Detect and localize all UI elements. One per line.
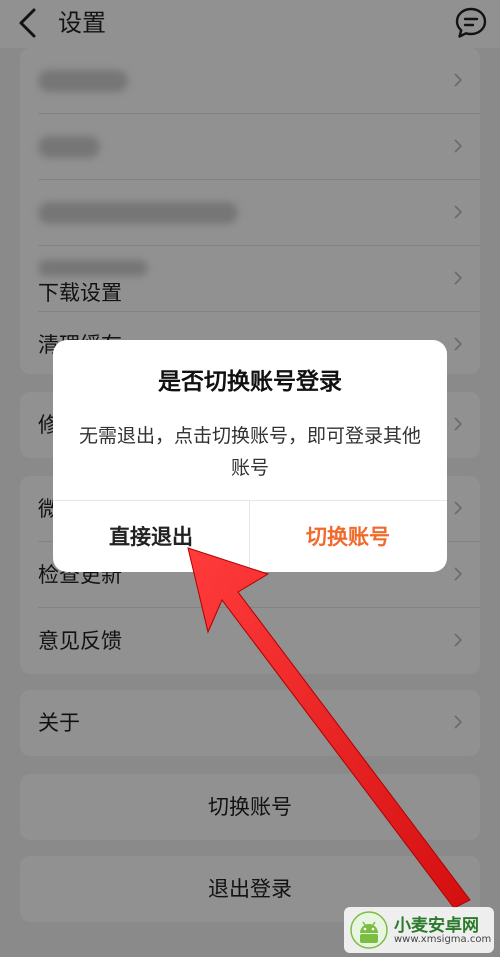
android-logo-icon bbox=[350, 911, 388, 949]
dialog-footer: 直接退出 切换账号 bbox=[53, 500, 447, 572]
dialog-message: 无需退出，点击切换账号，即可登录其他账号 bbox=[78, 425, 421, 479]
switch-account-dialog: 是否切换账号登录 无需退出，点击切换账号，即可登录其他账号 直接退出 切换账号 bbox=[53, 340, 447, 572]
site-watermark: 小麦安卓网 www.xmsigma.com bbox=[344, 907, 494, 953]
direct-exit-button[interactable]: 直接退出 bbox=[53, 501, 249, 572]
dialog-switch-account-button[interactable]: 切换账号 bbox=[250, 501, 446, 572]
dialog-title: 是否切换账号登录 bbox=[158, 369, 342, 395]
watermark-url: www.xmsigma.com bbox=[394, 934, 492, 945]
watermark-name: 小麦安卓网 bbox=[394, 916, 479, 936]
